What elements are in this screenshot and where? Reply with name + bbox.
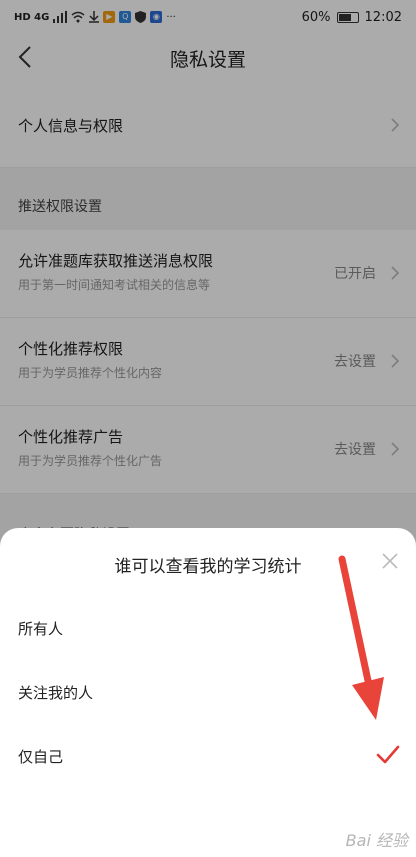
watermark: Bai 经验 [345,831,408,850]
option-only-me[interactable]: 仅自己 [0,732,416,782]
checkmark-icon [376,745,400,764]
option-only-me-label: 仅自己 [18,748,64,766]
option-everyone-label: 所有人 [18,620,64,638]
option-followers-label: 关注我的人 [18,684,94,702]
annotation-arrow-icon [338,555,384,720]
